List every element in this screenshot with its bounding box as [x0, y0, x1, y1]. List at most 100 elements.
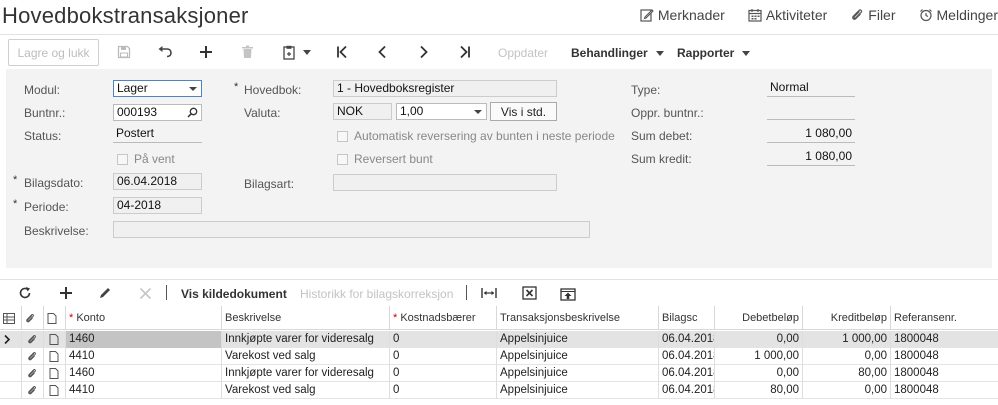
cell-description[interactable]: Innkjøpte varer for videresalg — [222, 365, 390, 382]
doc-type-field[interactable] — [333, 174, 557, 191]
cell-tx-description[interactable]: Appelsinjuice — [497, 348, 659, 365]
cell-ref[interactable]: 1800048 — [891, 348, 998, 365]
cell-credit[interactable]: 0,00 — [803, 382, 891, 399]
cell-credit[interactable]: 1 000,00 — [803, 331, 891, 348]
column-header-ref[interactable]: Referansenr. — [891, 306, 998, 330]
cell-debit[interactable]: 0,00 — [715, 365, 803, 382]
last-record-icon[interactable] — [458, 44, 472, 60]
cell-credit[interactable]: 0,00 — [803, 348, 891, 365]
column-header-doc-date[interactable]: Bilagsc — [659, 306, 715, 330]
cell-description[interactable]: Varekost ved salg — [222, 382, 390, 399]
column-header-description[interactable]: Beskrivelse — [222, 306, 390, 330]
period-field[interactable]: 04-2018 — [113, 197, 202, 214]
ledger-field[interactable]: 1 - Hovedboksregister — [333, 80, 557, 97]
copy-paste-icon[interactable] — [281, 44, 297, 60]
module-select[interactable]: Lager — [113, 80, 202, 97]
cell-account[interactable]: 4410 — [66, 348, 222, 365]
next-record-icon[interactable] — [418, 44, 430, 60]
add-row-icon[interactable] — [58, 285, 74, 301]
activities-link[interactable]: Aktiviteter — [748, 7, 827, 23]
cell-account[interactable]: 1460 — [66, 365, 222, 382]
table-row[interactable]: 4410 Varekost ved salg 0 Appelsinjuice 06.04… — [0, 382, 998, 399]
currency-code-field[interactable]: NOK — [333, 103, 392, 120]
table-row[interactable]: 1460 Innkjøpte varer for videresalg 0 Appel… — [0, 331, 998, 348]
cell-doc-date[interactable]: 06.04.2018 — [659, 382, 715, 399]
row-attachment[interactable] — [22, 365, 44, 382]
delete-icon[interactable] — [239, 44, 255, 60]
cell-ref[interactable]: 1800048 — [891, 382, 998, 399]
upload-icon[interactable] — [560, 285, 576, 301]
cell-debit[interactable]: 80,00 — [715, 382, 803, 399]
on-hold-checkbox[interactable]: På vent — [117, 152, 175, 166]
auto-reverse-checkbox[interactable]: Automatisk reversering av bunten i neste… — [337, 129, 615, 143]
files-link[interactable]: Filer — [850, 7, 896, 23]
cell-account[interactable]: 1460 — [66, 331, 222, 348]
row-selector[interactable] — [0, 348, 22, 365]
cell-debit[interactable]: 0,00 — [715, 331, 803, 348]
processes-menu[interactable]: Behandlinger — [571, 46, 664, 60]
column-header-account[interactable]: * Konto — [66, 306, 222, 330]
column-header-tx-description[interactable]: Transaksjonsbeskrivelse — [497, 306, 659, 330]
currency-rate-select[interactable]: 1,00 — [396, 103, 487, 120]
correction-history-button[interactable]: Historikk for bilagskorreksjon — [300, 287, 453, 301]
cell-ref[interactable]: 1800048 — [891, 365, 998, 382]
description-field[interactable] — [113, 221, 590, 238]
save-icon[interactable] — [116, 44, 132, 60]
row-note[interactable] — [44, 331, 66, 348]
page-header: Hovedbokstransaksjoner Merknader Aktivit… — [0, 0, 998, 34]
table-row[interactable]: 1460 Innkjøpte varer for videresalg 0 Appel… — [0, 365, 998, 382]
row-attachment[interactable] — [22, 331, 44, 348]
update-button[interactable]: Oppdater — [498, 46, 548, 60]
search-icon[interactable] — [187, 107, 198, 118]
row-note[interactable] — [44, 365, 66, 382]
row-selector[interactable] — [0, 382, 22, 399]
first-record-icon[interactable] — [335, 44, 349, 60]
copy-paste-dropdown-icon[interactable] — [302, 44, 312, 60]
refresh-icon[interactable] — [17, 285, 33, 301]
column-header-credit[interactable]: Kreditbeløp — [803, 306, 891, 330]
previous-record-icon[interactable] — [376, 44, 388, 60]
view-source-document-button[interactable]: Vis kildedokument — [181, 287, 287, 301]
cell-tx-description[interactable]: Appelsinjuice — [497, 365, 659, 382]
doc-date-field[interactable]: 06.04.2018 — [113, 173, 202, 190]
row-attachment[interactable] — [22, 348, 44, 365]
cell-ref[interactable]: 1800048 — [891, 331, 998, 348]
delete-row-icon[interactable] — [137, 285, 153, 301]
batch-no-field[interactable]: 000193 — [113, 104, 202, 121]
view-base-currency-button[interactable]: Vis i std. — [490, 102, 557, 121]
row-selector[interactable] — [0, 365, 22, 382]
cell-debit[interactable]: 1 000,00 — [715, 348, 803, 365]
add-icon[interactable] — [198, 44, 214, 60]
column-header-cost-bearer[interactable]: * Kostnadsbærer — [390, 306, 497, 330]
cell-doc-date[interactable]: 06.04.2018 — [659, 365, 715, 382]
cell-doc-date[interactable]: 06.04.2018 — [659, 331, 715, 348]
cell-credit[interactable]: 80,00 — [803, 365, 891, 382]
export-excel-icon[interactable] — [521, 285, 537, 301]
notes-link[interactable]: Merknader — [640, 7, 725, 23]
select-all-header[interactable] — [0, 306, 22, 330]
save-close-button[interactable]: Lagre og lukk — [8, 39, 99, 66]
fit-columns-icon[interactable] — [481, 285, 497, 301]
edit-icon[interactable] — [97, 285, 113, 301]
row-note[interactable] — [44, 348, 66, 365]
cell-cost-bearer[interactable]: 0 — [390, 365, 497, 382]
cell-description[interactable]: Innkjøpte varer for videresalg — [222, 331, 390, 348]
reversed-batch-checkbox[interactable]: Reversert bunt — [337, 152, 433, 166]
cell-description[interactable]: Varekost ved salg — [222, 348, 390, 365]
undo-icon[interactable] — [157, 44, 173, 60]
row-selector[interactable] — [0, 331, 22, 348]
cell-doc-date[interactable]: 06.04.2018 — [659, 348, 715, 365]
row-note[interactable] — [44, 382, 66, 399]
cell-cost-bearer[interactable]: 0 — [390, 348, 497, 365]
cell-cost-bearer[interactable]: 0 — [390, 382, 497, 399]
cell-tx-description[interactable]: Appelsinjuice — [497, 331, 659, 348]
cell-account[interactable]: 4410 — [66, 382, 222, 399]
cell-tx-description[interactable]: Appelsinjuice — [497, 382, 659, 399]
table-row[interactable]: 4410 Varekost ved salg 0 Appelsinjuice 06.04… — [0, 348, 998, 365]
main-toolbar: Lagre og lukk Oppdater Behandlinger Rapp… — [0, 34, 998, 69]
row-attachment[interactable] — [22, 382, 44, 399]
messages-link[interactable]: Meldinger — [919, 7, 998, 23]
cell-cost-bearer[interactable]: 0 — [390, 331, 497, 348]
column-header-debit[interactable]: Debetbeløp — [715, 306, 803, 330]
reports-menu[interactable]: Rapporter — [677, 46, 751, 60]
